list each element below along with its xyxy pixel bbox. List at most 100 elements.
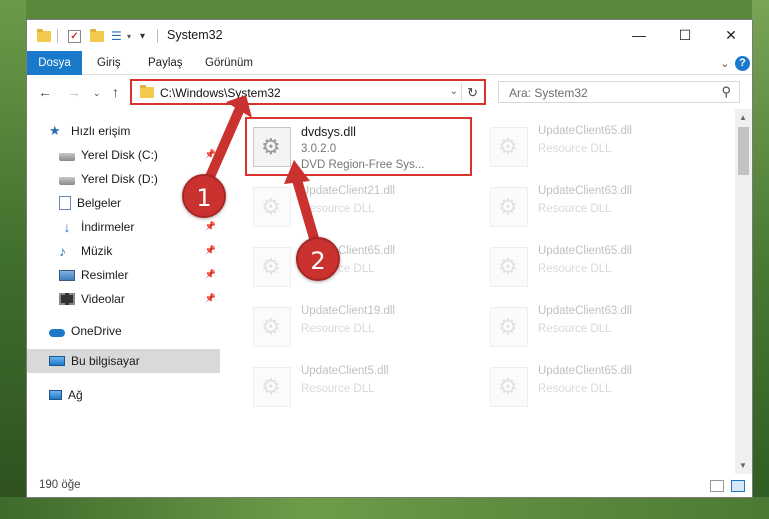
file-tile[interactable]: UpdateClient65.dll Resource DLL xyxy=(247,239,472,295)
file-name: UpdateClient19.dll xyxy=(301,305,395,317)
expand-ribbon-button[interactable]: ⌄ xyxy=(715,57,735,70)
back-button[interactable]: ← xyxy=(38,84,52,100)
close-button[interactable]: ✕ xyxy=(708,20,752,51)
sidebar-item-disk-c[interactable]: Yerel Disk (C:) 📌 xyxy=(27,143,220,167)
scroll-down-icon[interactable]: ▼ xyxy=(739,461,747,470)
sidebar-item-downloads[interactable]: ↓ İndirmeler 📌 xyxy=(27,215,220,239)
sidebar-item-label: Videolar xyxy=(81,292,125,306)
star-icon: ★ xyxy=(49,123,61,138)
tab-share[interactable]: Paylaş xyxy=(135,51,196,75)
separator xyxy=(157,29,158,43)
pin-icon: 📌 xyxy=(204,221,216,231)
music-icon: ♪ xyxy=(59,243,66,259)
pin-icon: 📌 xyxy=(204,149,216,159)
forward-button[interactable]: → xyxy=(67,84,81,100)
file-description: Resource DLL xyxy=(538,263,612,275)
sidebar-item-videos[interactable]: Videolar 📌 xyxy=(27,287,220,311)
sidebar-item-label: Yerel Disk (C:) xyxy=(81,148,158,162)
file-name: UpdateClient21.dll xyxy=(301,185,395,197)
pictures-icon xyxy=(59,270,75,281)
file-name: UpdateClient63.dll xyxy=(538,305,632,317)
search-placeholder: Ara: System32 xyxy=(509,86,588,100)
file-tile[interactable]: UpdateClient21.dll Resource DLL xyxy=(247,179,472,235)
sidebar-item-label: İndirmeler xyxy=(81,220,135,234)
minimize-button[interactable]: — xyxy=(616,20,662,51)
quick-access-dropdown[interactable]: ▾ xyxy=(140,26,145,46)
file-description: Resource DLL xyxy=(538,203,612,215)
sidebar-item-label: Belgeler xyxy=(77,196,122,210)
item-count: 190 öğe xyxy=(39,479,81,491)
new-folder-icon xyxy=(90,28,104,42)
title-bar: ✓ ☰ ▾ ▾ System32 — ☐ ✕ xyxy=(27,20,752,51)
file-highlight-box xyxy=(245,117,472,176)
properties-quick-button[interactable]: ✓ xyxy=(68,26,81,46)
search-input[interactable]: Ara: System32 ⚲ xyxy=(498,81,740,103)
sidebar-item-this-pc[interactable]: Bu bilgisayar xyxy=(27,349,220,373)
file-description: Resource DLL xyxy=(301,203,375,215)
tab-home[interactable]: Giriş xyxy=(84,51,134,75)
file-description: Resource DLL xyxy=(538,383,612,395)
vertical-scrollbar[interactable]: ▲ ▼ xyxy=(735,109,752,474)
customize-toolbar-button[interactable]: ☰ ▾ xyxy=(111,26,131,46)
dll-file-icon xyxy=(253,307,291,347)
dropdown-arrow-icon: ▾ xyxy=(140,30,146,42)
dll-file-icon xyxy=(490,367,528,407)
details-view-button[interactable] xyxy=(710,480,724,492)
dll-file-icon xyxy=(490,307,528,347)
sidebar-item-network[interactable]: Ağ xyxy=(27,383,220,407)
file-description: Resource DLL xyxy=(301,323,375,335)
sidebar-item-music[interactable]: ♪ Müzik 📌 xyxy=(27,239,220,263)
file-name: UpdateClient65.dll xyxy=(538,365,632,377)
downloads-icon: ↓ xyxy=(63,219,71,235)
window-title: System32 xyxy=(167,28,223,42)
file-tile[interactable]: UpdateClient5.dll Resource DLL xyxy=(247,359,472,415)
recent-locations-button[interactable]: ⌄ xyxy=(93,88,101,99)
navigation-bar: ← → ⌄ ↑ C:\Windows\System32 ⌄ ↻ Ara: Sys… xyxy=(27,76,752,109)
help-button[interactable]: ? xyxy=(735,55,750,71)
file-tile[interactable]: UpdateClient63.dll Resource DLL xyxy=(484,299,709,355)
address-dropdown-button[interactable]: ⌄ xyxy=(450,86,458,97)
file-name: UpdateClient65.dll xyxy=(538,245,632,257)
tab-view[interactable]: Görünüm xyxy=(192,51,266,75)
address-path: C:\Windows\System32 xyxy=(160,86,281,100)
scroll-thumb[interactable] xyxy=(738,127,749,175)
pin-icon: 📌 xyxy=(204,245,216,255)
desktop-background-right xyxy=(752,0,769,519)
separator xyxy=(57,29,58,43)
dll-file-icon xyxy=(490,127,528,167)
file-tile[interactable]: UpdateClient65.dll Resource DLL xyxy=(484,359,709,415)
sidebar-item-quick-access[interactable]: ★ Hızlı erişim xyxy=(27,119,220,143)
sidebar-item-pictures[interactable]: Resimler 📌 xyxy=(27,263,220,287)
sidebar-item-label: OneDrive xyxy=(71,324,122,338)
scroll-up-icon[interactable]: ▲ xyxy=(739,113,747,122)
file-tile[interactable]: UpdateClient65.dll Resource DLL xyxy=(484,119,709,175)
maximize-button[interactable]: ☐ xyxy=(662,20,708,51)
address-bar[interactable]: C:\Windows\System32 ⌄ ↻ xyxy=(130,79,486,105)
navigation-pane: ★ Hızlı erişim Yerel Disk (C:) 📌 Yerel D… xyxy=(27,109,220,474)
checkmark-icon: ✓ xyxy=(68,29,81,43)
file-tile[interactable]: UpdateClient19.dll Resource DLL xyxy=(247,299,472,355)
file-description: Resource DLL xyxy=(538,323,612,335)
folder-icon xyxy=(140,85,154,98)
search-icon: ⚲ xyxy=(721,84,731,99)
file-tile[interactable]: UpdateClient63.dll Resource DLL xyxy=(484,179,709,235)
refresh-button[interactable]: ↻ xyxy=(467,85,478,101)
file-tile[interactable]: UpdateClient65.dll Resource DLL xyxy=(484,239,709,295)
tiles-view-button[interactable] xyxy=(731,480,745,492)
drive-icon xyxy=(59,176,75,185)
up-button[interactable]: ↑ xyxy=(112,84,119,100)
dll-file-icon xyxy=(490,187,528,227)
dll-file-icon xyxy=(490,247,528,287)
computer-icon xyxy=(49,356,65,366)
list-icon: ☰ xyxy=(111,29,122,43)
sidebar-item-label: Yerel Disk (D:) xyxy=(81,172,158,186)
cloud-icon xyxy=(49,328,65,337)
tab-file[interactable]: Dosya xyxy=(27,51,82,75)
network-icon xyxy=(49,390,62,400)
pin-icon: 📌 xyxy=(204,293,216,303)
file-description: Resource DLL xyxy=(538,143,612,155)
new-folder-quick-button[interactable] xyxy=(90,26,104,46)
title-folder-icon xyxy=(37,26,51,46)
sidebar-item-onedrive[interactable]: OneDrive xyxy=(27,319,220,343)
file-name: UpdateClient65.dll xyxy=(538,125,632,137)
